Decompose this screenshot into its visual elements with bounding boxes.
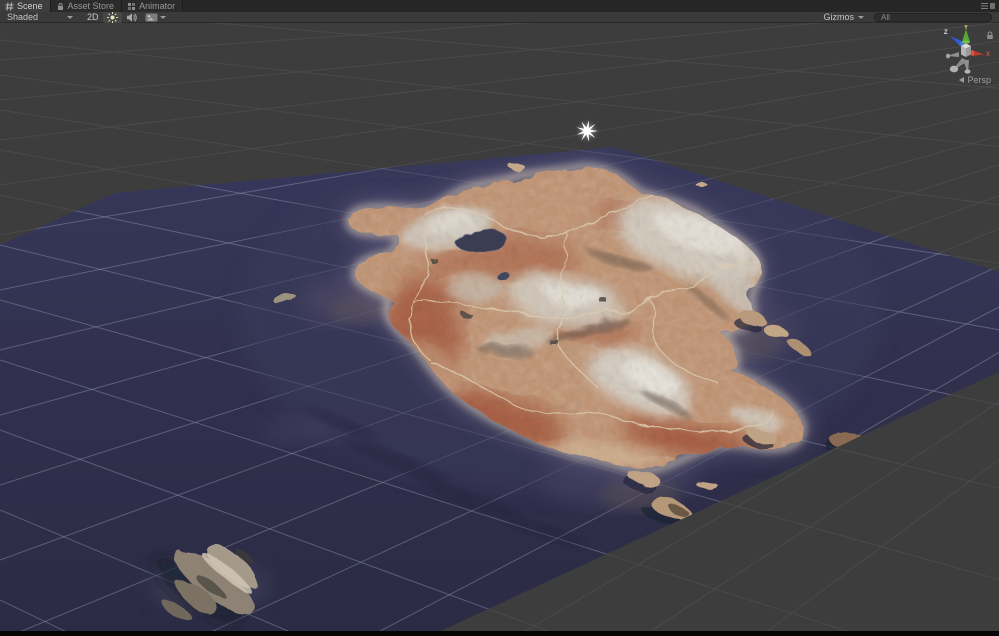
gizmo-search-field[interactable] <box>874 12 992 22</box>
image-icon <box>144 12 158 22</box>
axis-x-cone[interactable] <box>970 50 984 56</box>
axis-neg-x-cone[interactable] <box>946 52 959 59</box>
search-input[interactable] <box>881 13 991 21</box>
tab-asset-store-label: Asset Store <box>67 1 115 11</box>
tab-asset-store[interactable]: Asset Store <box>50 0 123 12</box>
scene-viewport[interactable]: Y Z X Persp <box>0 23 999 636</box>
window-bottom-edge <box>0 631 999 636</box>
shading-mode-label: Shaded <box>7 12 39 22</box>
effects-dropdown[interactable] <box>141 12 170 23</box>
shading-mode-dropdown[interactable]: Shaded <box>3 12 77 23</box>
speaker-icon <box>126 12 137 22</box>
tab-scene[interactable]: Scene <box>0 0 51 12</box>
scene-audio-toggle[interactable] <box>122 12 141 23</box>
terrain-pond <box>496 272 510 280</box>
axis-y-label: Y <box>964 25 968 31</box>
projection-toggle[interactable]: Persp <box>959 75 991 85</box>
animator-icon <box>128 2 136 10</box>
tab-bar: Scene Asset Store Animator <box>0 0 999 12</box>
tab-animator[interactable]: Animator <box>122 0 184 12</box>
2d-toggle-button[interactable]: 2D <box>83 12 103 23</box>
chevron-down-icon <box>858 15 864 19</box>
chevron-down-icon <box>159 15 166 19</box>
asset-store-icon <box>57 2 63 10</box>
gizmos-dropdown[interactable]: Gizmos <box>819 12 868 23</box>
chevron-down-icon <box>67 15 73 19</box>
scene-toolbar: Shaded 2D Gizmos <box>0 11 999 23</box>
pane-menu-icon[interactable] <box>977 0 999 12</box>
lock-icon[interactable] <box>986 27 994 45</box>
scene-lighting-toggle[interactable] <box>102 11 122 23</box>
tab-animator-label: Animator <box>139 1 176 11</box>
axis-neg-y-cone[interactable] <box>963 60 971 74</box>
persp-arrow-icon <box>959 77 965 83</box>
gizmo-center-cube[interactable] <box>961 43 971 58</box>
axis-z-label: Z <box>944 30 948 36</box>
axis-y-cone[interactable] <box>962 29 970 44</box>
axis-x-label: X <box>986 52 990 58</box>
scene-canvas <box>0 23 999 636</box>
sun-icon <box>106 11 118 23</box>
gizmos-label: Gizmos <box>823 12 854 22</box>
projection-label: Persp <box>967 75 991 85</box>
scene-icon <box>5 1 14 11</box>
tab-scene-label: Scene <box>17 1 43 11</box>
